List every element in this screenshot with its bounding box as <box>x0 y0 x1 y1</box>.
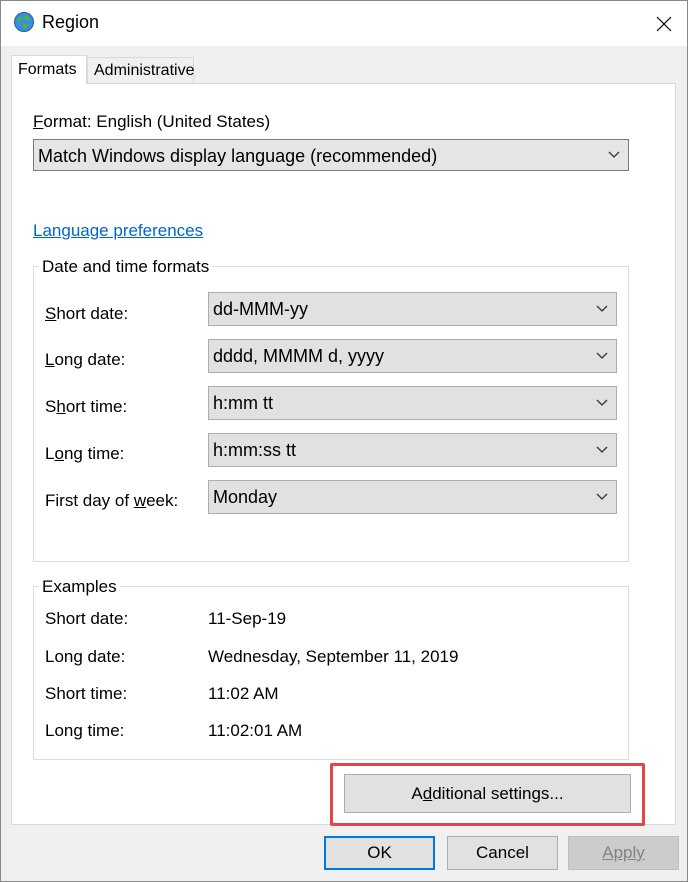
example-long-date-label: Long date: <box>45 647 126 666</box>
short-time-label: Short time: <box>45 397 128 416</box>
short-date-value: dd-MMM-yy <box>213 299 308 319</box>
format-label: Format: English (United States) <box>33 112 271 131</box>
example-short-time-label: Short time: <box>45 684 128 703</box>
region-dialog: Region Formats Administrative Format: En… <box>0 0 688 882</box>
short-time-dropdown[interactable]: h:mm tt <box>208 386 617 420</box>
ok-button[interactable]: OK <box>324 836 435 870</box>
short-date-dropdown[interactable]: dd-MMM-yy <box>208 292 617 326</box>
tab-administrative-label: Administrative <box>94 62 195 79</box>
long-date-dropdown[interactable]: dddd, MMMM d, yyyy <box>208 339 617 373</box>
first-day-of-week-value: Monday <box>213 487 278 507</box>
chevron-down-icon <box>596 493 608 500</box>
tab-formats[interactable]: Formats <box>11 55 87 84</box>
examples-group: Examples Short date: 11-Sep-19 Long date… <box>33 577 629 760</box>
long-time-dropdown[interactable]: h:mm:ss tt <box>208 433 617 467</box>
long-time-value: h:mm:ss tt <box>213 440 297 460</box>
example-short-date-label: Short date: <box>45 609 129 628</box>
window-title: Region <box>42 12 100 32</box>
chevron-down-icon <box>596 305 608 312</box>
chevron-down-icon <box>596 399 608 406</box>
format-dropdown-value: Match Windows display language (recommen… <box>38 146 438 166</box>
first-day-of-week-label: First day of week: <box>45 491 179 510</box>
globe-icon <box>14 12 34 32</box>
first-day-of-week-dropdown[interactable]: Monday <box>208 480 617 514</box>
date-time-formats-group: Date and time formats Short date: dd-MMM… <box>33 257 629 562</box>
example-long-date-value: Wednesday, September 11, 2019 <box>208 647 459 666</box>
language-preferences-link[interactable]: Language preferences <box>33 221 203 241</box>
example-short-time-value: 11:02 AM <box>208 684 279 703</box>
example-long-time-label: Long time: <box>45 721 125 740</box>
chevron-down-icon <box>608 151 620 158</box>
long-date-value: dddd, MMMM d, yyyy <box>213 346 385 366</box>
date-time-formats-title: Date and time formats <box>39 257 213 277</box>
apply-button[interactable]: Apply <box>568 836 679 870</box>
long-date-label: Long date: <box>45 350 126 369</box>
close-button[interactable] <box>641 1 687 46</box>
example-short-date-value: 11-Sep-19 <box>208 609 287 628</box>
examples-title: Examples <box>39 577 120 597</box>
highlight-box <box>330 763 645 826</box>
long-time-label: Long time: <box>45 444 125 463</box>
tab-formats-label: Formats <box>18 61 77 78</box>
format-dropdown[interactable]: Match Windows display language (recommen… <box>33 139 629 171</box>
chevron-down-icon <box>596 352 608 359</box>
short-time-value: h:mm tt <box>213 393 274 413</box>
example-long-time-value: 11:02:01 AM <box>208 721 303 740</box>
tab-administrative[interactable]: Administrative <box>87 57 194 83</box>
chevron-down-icon <box>596 446 608 453</box>
cancel-button[interactable]: Cancel <box>447 836 558 870</box>
formats-panel: Format: English (United States) Match Wi… <box>11 83 676 825</box>
title-bar: Region <box>1 1 687 46</box>
close-icon <box>656 16 672 31</box>
short-date-label: Short date: <box>45 304 129 323</box>
